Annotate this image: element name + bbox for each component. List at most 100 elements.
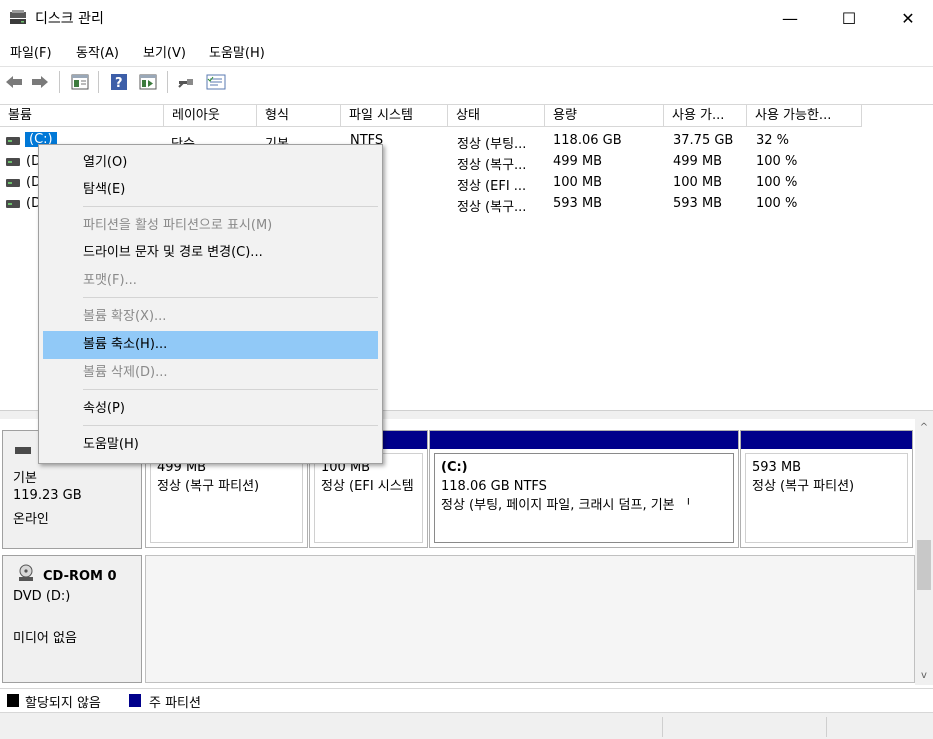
volume-percent-free: 32 % [756, 133, 790, 148]
cdrom-title: CD-ROM 0 [43, 569, 117, 584]
vertical-scrollbar[interactable]: ^ v [915, 419, 933, 685]
partition-status: 정상 (EFI 시스템 [321, 479, 414, 494]
scrollbar-thumb[interactable] [917, 540, 931, 590]
volume-capacity: 499 MB [553, 154, 603, 169]
disk-status: 온라인 [13, 512, 49, 527]
partition-c[interactable]: (C:) 118.06 GB NTFS 정상 (부팅, 페이지 파일, 크래시 … [429, 430, 739, 548]
drive-icon [6, 137, 20, 145]
drive-icon [6, 158, 20, 166]
close-icon: ✕ [901, 8, 915, 28]
menu-separator [83, 389, 378, 390]
drive-icon [6, 200, 20, 208]
menu-item-change-drive-letter[interactable]: 드라이브 문자 및 경로 변경(C)... [43, 239, 378, 267]
toolbar: ? [0, 66, 933, 97]
volume-percent-free: 100 % [756, 154, 798, 169]
properties-icon[interactable] [206, 72, 226, 92]
column-header-type[interactable]: 형식 [257, 105, 341, 127]
cdrom-label[interactable]: CD-ROM 0 DVD (D:) 미디어 없음 [2, 555, 142, 683]
menu-item-mark-active: 파티션을 활성 파티션으로 표시(M) [83, 218, 273, 233]
drive-icon [6, 179, 20, 187]
cdrom-drive: DVD (D:) [13, 589, 71, 604]
volume-free-space: 100 MB [673, 175, 723, 190]
legend-primary: 주 파티션 [149, 696, 201, 711]
column-header-capacity[interactable]: 용량 [545, 105, 664, 127]
menu-item-help[interactable]: 도움말(H) [43, 431, 378, 459]
maximize-button[interactable]: ☐ [826, 0, 872, 36]
menu-bar: 파일(F) 동작(A) 보기(V) 도움말(H) [0, 38, 933, 64]
menu-separator [83, 206, 378, 207]
menu-action[interactable]: 동작(A) [76, 42, 119, 61]
menu-help[interactable]: 도움말(H) [209, 42, 265, 61]
partition-status: 정상 (복구 파티션) [157, 479, 260, 494]
column-header-layout[interactable]: 레이아웃 [164, 105, 257, 127]
unallocated-swatch [7, 694, 19, 707]
toolbar-separator [59, 71, 60, 93]
cdrom-media: 미디어 없음 [13, 631, 77, 646]
volume-free-space: 37.75 GB [673, 133, 734, 148]
volume-free-space: 499 MB [673, 154, 723, 169]
menu-item-delete-volume: 볼륨 삭제(D)... [83, 365, 168, 380]
toolbar-separator [98, 71, 99, 93]
menu-item-explore[interactable]: 탐색(E) [43, 176, 378, 204]
partition-status: 정상 (부팅, 페이지 파일, 크래시 덤프, 기본 ᅵ [441, 498, 691, 513]
column-header-free-space[interactable]: 사용 가... [664, 105, 747, 127]
volume-percent-free: 100 % [756, 175, 798, 190]
volume-status: 정상 (복구... [457, 158, 527, 173]
scroll-down-icon[interactable]: v [915, 667, 933, 685]
volume-status: 정상 (부팅... [457, 137, 527, 152]
disk-type: 기본 [13, 471, 37, 486]
view-list-icon[interactable] [70, 72, 90, 92]
cdrom-icon [17, 564, 35, 586]
menu-item-format: 포맷(F)... [83, 273, 137, 288]
menu-file[interactable]: 파일(F) [10, 42, 52, 61]
menu-separator [83, 425, 378, 426]
minimize-icon: — [782, 8, 798, 28]
volume-capacity: 593 MB [553, 196, 603, 211]
column-header-percent-free[interactable]: 사용 가능한... [747, 105, 862, 127]
maximize-icon: ☐ [841, 8, 857, 28]
status-divider [662, 717, 663, 737]
close-button[interactable]: ✕ [885, 0, 931, 36]
back-arrow-icon[interactable] [4, 72, 24, 92]
cdrom-area [145, 555, 915, 683]
legend-unallocated: 할당되지 않음 [25, 696, 101, 711]
menu-separator [83, 297, 378, 298]
partition-bar [741, 431, 912, 449]
volume-capacity: 118.06 GB [553, 133, 622, 148]
disk-management-icon [9, 9, 27, 25]
column-header-status[interactable]: 상태 [448, 105, 545, 127]
partition-size: 593 MB [752, 460, 802, 475]
view-detail-icon[interactable] [138, 72, 158, 92]
partition-bar [430, 431, 738, 449]
column-header-volume[interactable]: 볼륨 [0, 105, 164, 127]
svg-text:?: ? [115, 76, 123, 91]
status-divider [826, 717, 827, 737]
volume-status: 정상 (복구... [457, 200, 527, 215]
partition-size: 118.06 GB NTFS [441, 479, 547, 494]
partition-status: 정상 (복구 파티션) [752, 479, 855, 494]
legend: 할당되지 않음 주 파티션 [0, 688, 933, 713]
partition-name: (C:) [441, 460, 468, 475]
volume-percent-free: 100 % [756, 196, 798, 211]
context-menu: 열기(O) 탐색(E) 파티션을 활성 파티션으로 표시(M) 드라이브 문자 … [38, 144, 383, 464]
volume-capacity: 100 MB [553, 175, 603, 190]
volume-status: 정상 (EFI ... [457, 179, 527, 194]
menu-item-shrink-volume[interactable]: 볼륨 축소(H)... [43, 331, 378, 359]
toolbar-separator [167, 71, 168, 93]
column-header-filesystem[interactable]: 파일 시스템 [341, 105, 448, 127]
status-bar [0, 712, 933, 739]
partition-recovery-2[interactable]: 593 MB 정상 (복구 파티션) [740, 430, 913, 548]
forward-arrow-icon[interactable] [30, 72, 50, 92]
disk-size: 119.23 GB [13, 488, 82, 503]
scroll-up-icon[interactable]: ^ [915, 419, 933, 437]
disk-icon [15, 447, 31, 454]
menu-item-extend-volume: 볼륨 확장(X)... [83, 309, 167, 324]
menu-item-open[interactable]: 열기(O) [43, 149, 378, 177]
minimize-button[interactable]: — [767, 0, 813, 36]
help-icon[interactable]: ? [109, 72, 129, 92]
volume-free-space: 593 MB [673, 196, 723, 211]
connect-icon[interactable] [177, 72, 197, 92]
menu-view[interactable]: 보기(V) [143, 42, 186, 61]
menu-item-properties[interactable]: 속성(P) [43, 395, 378, 423]
title-bar: 디스크 관리 — ☐ ✕ [0, 0, 933, 36]
